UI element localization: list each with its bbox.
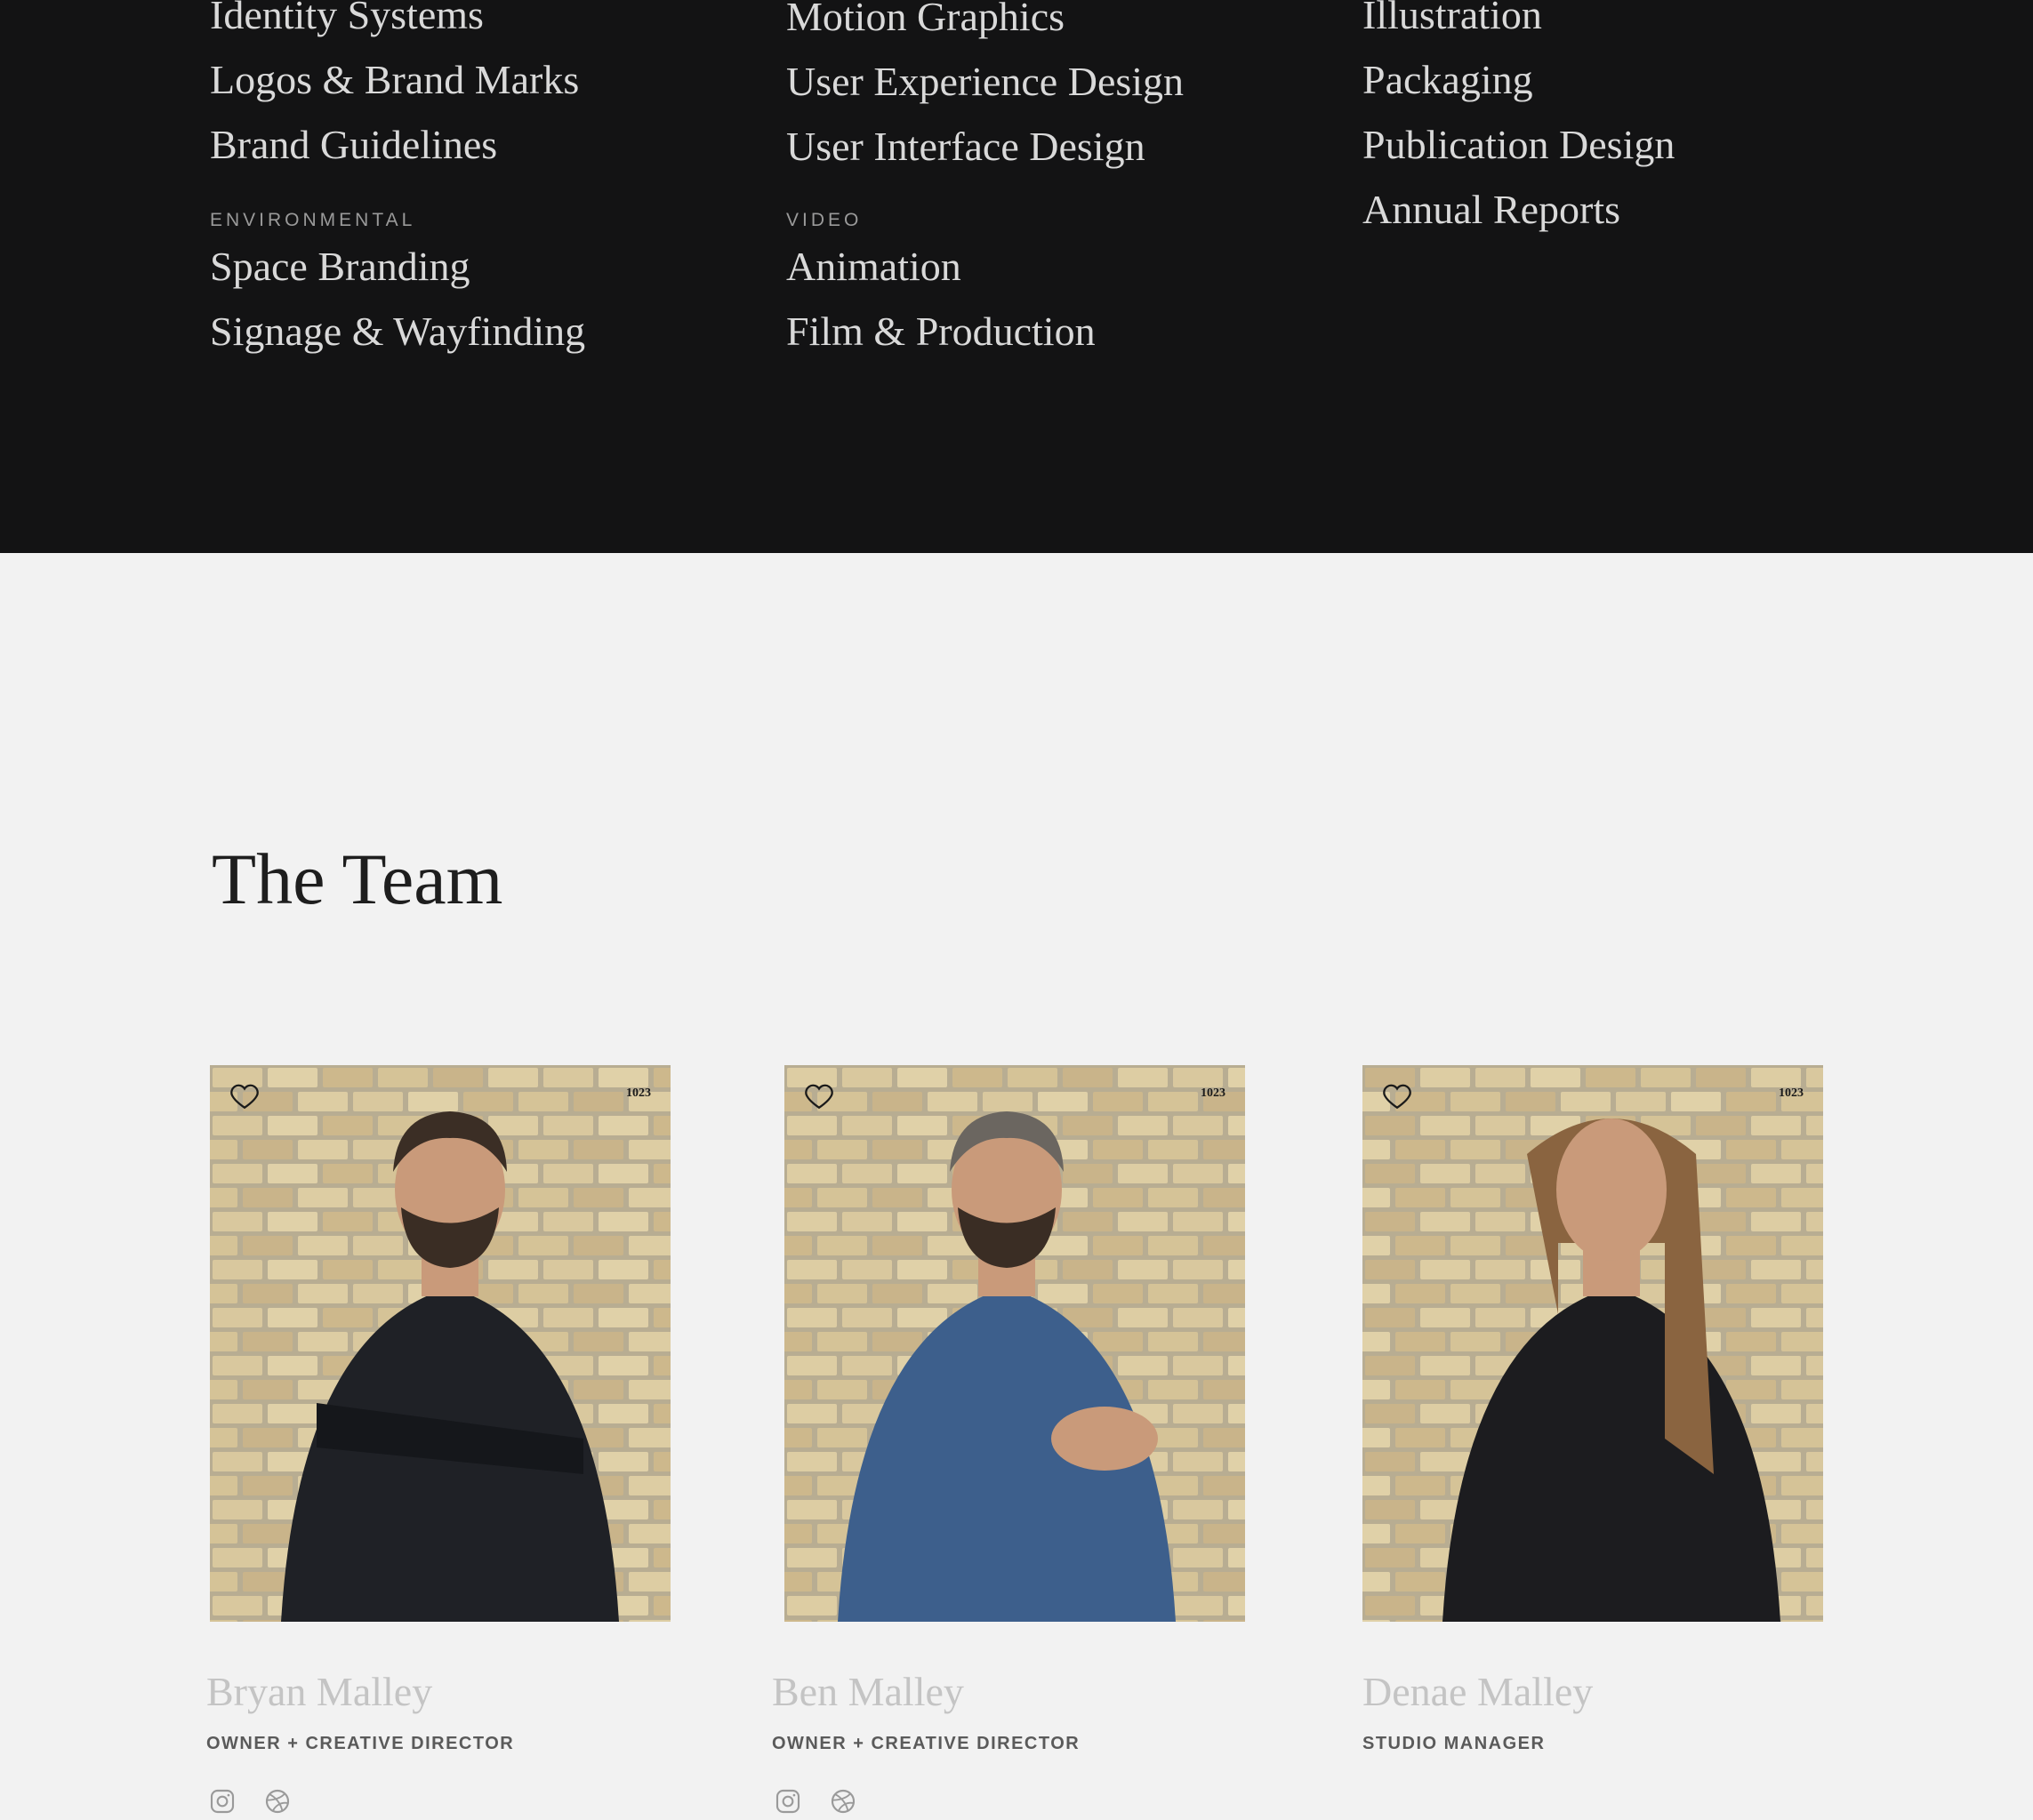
dribbble-icon[interactable]	[263, 1787, 292, 1816]
heart-icon[interactable]	[229, 1081, 260, 1111]
service-link-illustration[interactable]: Illustration	[1362, 0, 1542, 36]
team-member-card: 1023 Denae Malley STUDIO MANAGER	[1362, 1065, 1823, 1753]
service-link-ui-design[interactable]: User Interface Design	[786, 126, 1145, 167]
service-link-animation[interactable]: Animation	[786, 246, 961, 287]
services-section: Identity Systems Logos & Brand Marks Bra…	[0, 0, 2033, 553]
dribbble-icon[interactable]	[829, 1787, 857, 1816]
service-link-publication-design[interactable]: Publication Design	[1362, 124, 1675, 165]
service-link-brand-guidelines[interactable]: Brand Guidelines	[210, 124, 497, 165]
instagram-icon[interactable]	[208, 1787, 237, 1816]
team-member-name: Denae Malley	[1362, 1669, 1594, 1714]
service-link-signage[interactable]: Signage & Wayfinding	[210, 311, 585, 352]
team-member-photo: 1023	[784, 1065, 1245, 1622]
service-link-annual-reports[interactable]: Annual Reports	[1362, 189, 1620, 230]
team-member-name: Ben Malley	[772, 1669, 964, 1714]
social-links	[208, 1787, 292, 1816]
team-member-figure	[281, 1111, 619, 1622]
team-member-role: OWNER + CREATIVE DIRECTOR	[206, 1734, 515, 1753]
service-link-ux-design[interactable]: User Experience Design	[786, 61, 1184, 102]
heart-icon[interactable]	[804, 1081, 834, 1111]
social-links	[774, 1787, 857, 1816]
team-member-card: 1023 Ben Malley OWNER + CREATIVE DIRECTOR	[772, 1065, 1245, 1814]
team-member-role: OWNER + CREATIVE DIRECTOR	[772, 1734, 1081, 1753]
team-member-photo: 1023	[1362, 1065, 1823, 1622]
service-link-logos[interactable]: Logos & Brand Marks	[210, 60, 579, 100]
category-label-environmental: ENVIRONMENTAL	[210, 210, 416, 230]
service-link-identity-systems[interactable]: Identity Systems	[210, 0, 484, 36]
service-link-motion-graphics[interactable]: Motion Graphics	[786, 0, 1065, 37]
service-link-film-production[interactable]: Film & Production	[786, 311, 1096, 352]
photo-logo-mark: 1023	[1779, 1086, 1804, 1100]
team-member-name: Bryan Malley	[206, 1669, 433, 1714]
heart-icon[interactable]	[1382, 1081, 1412, 1111]
team-member-figure	[838, 1111, 1176, 1622]
photo-logo-mark: 1023	[1201, 1086, 1225, 1100]
instagram-icon[interactable]	[774, 1787, 802, 1816]
category-label-video: VIDEO	[786, 210, 863, 230]
team-section-title: The Team	[212, 838, 503, 919]
team-member-photo: 1023	[210, 1065, 671, 1622]
service-link-space-branding[interactable]: Space Branding	[210, 246, 470, 287]
service-link-packaging[interactable]: Packaging	[1362, 60, 1533, 100]
team-member-card: 1023 Bryan Malley OWNER + CREATIVE DIRECTO…	[206, 1065, 671, 1814]
team-member-figure	[1442, 1118, 1780, 1622]
photo-logo-mark: 1023	[626, 1086, 651, 1100]
team-member-role: STUDIO MANAGER	[1362, 1734, 1546, 1753]
